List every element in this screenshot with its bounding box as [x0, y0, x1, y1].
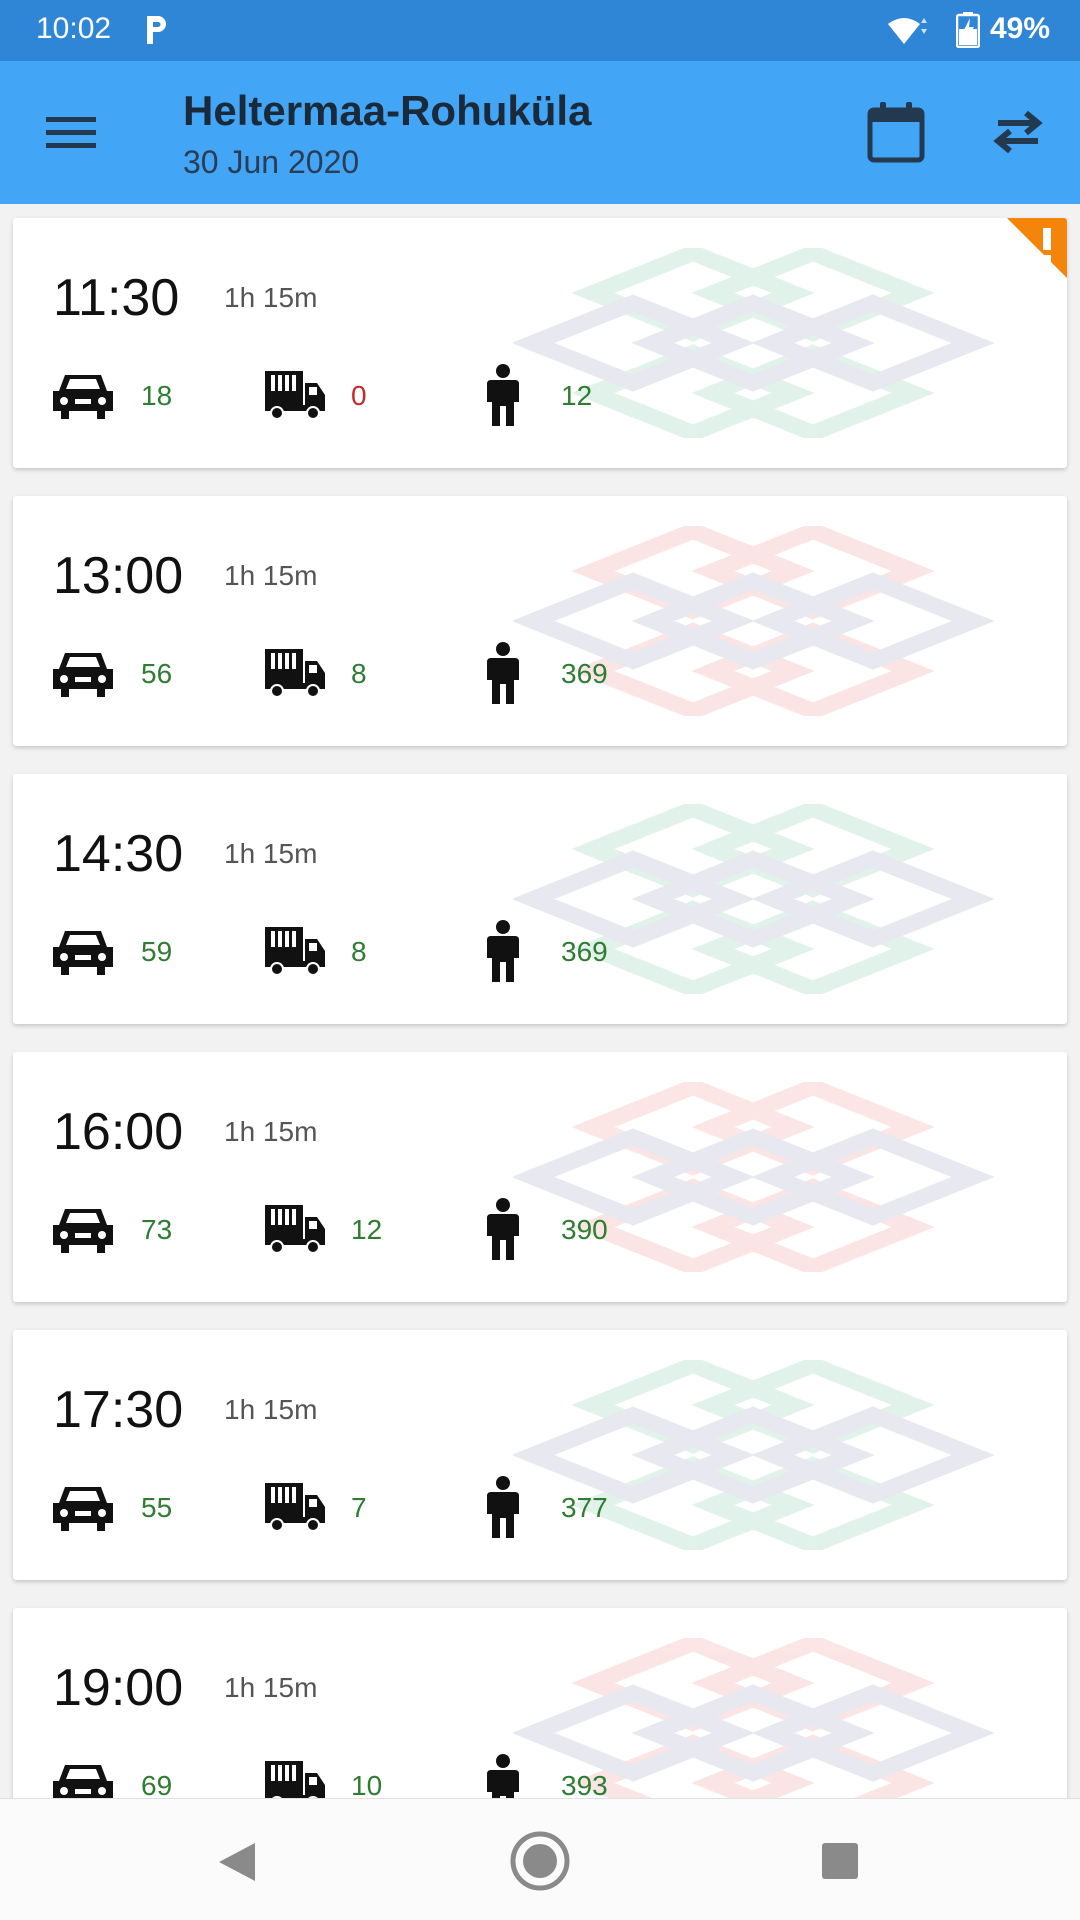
- passenger-icon: [487, 642, 519, 704]
- sailing-card[interactable]: 19:00 1h 15m 69 10 393: [13, 1608, 1067, 1798]
- passenger-spaces-count: 377: [561, 1492, 608, 1523]
- warning-icon[interactable]: [987, 218, 1067, 298]
- trip-duration: 1h 15m: [224, 1116, 318, 1147]
- truck-icon: [265, 1205, 325, 1254]
- passenger-icon: [487, 1754, 519, 1798]
- truck-spaces-count: 10: [351, 1770, 383, 1798]
- truck-spaces-count: 7: [351, 1492, 367, 1523]
- trip-duration: 1h 15m: [224, 282, 318, 313]
- ferry-logo-watermark-icon: [513, 248, 995, 438]
- car-spaces-count: 55: [141, 1492, 173, 1523]
- passenger-icon: [487, 1198, 519, 1260]
- sailing-card[interactable]: 16:00 1h 15m 73 12 390: [13, 1052, 1067, 1302]
- departure-time: 11:30: [53, 269, 180, 327]
- sailing-card[interactable]: 11:30 1h 15m 18 0 12: [13, 218, 1067, 468]
- swap-direction-icon[interactable]: [990, 109, 1046, 155]
- battery-icon: [956, 12, 980, 48]
- sailing-card[interactable]: 17:30 1h 15m 55 7 377: [13, 1330, 1067, 1580]
- passenger-spaces-count: 369: [561, 658, 608, 689]
- car-spaces-count: 56: [141, 658, 173, 689]
- truck-icon: [265, 927, 325, 976]
- car-icon: [53, 1765, 113, 1798]
- passenger-spaces-count: 393: [561, 1770, 608, 1798]
- car-icon: [53, 1487, 113, 1531]
- app-bar: Heltermaa-Rohuküla 30 Jun 2020: [0, 61, 1080, 204]
- passenger-icon: [487, 364, 519, 426]
- truck-icon: [265, 649, 325, 698]
- car-spaces-count: 69: [141, 1770, 173, 1798]
- calendar-icon[interactable]: [866, 101, 926, 163]
- trip-duration: 1h 15m: [224, 838, 318, 869]
- truck-icon: [265, 371, 325, 420]
- truck-spaces-count: 8: [351, 658, 367, 689]
- route-date: 30 Jun 2020: [183, 144, 360, 180]
- passenger-icon: [487, 920, 519, 982]
- car-spaces-count: 18: [141, 380, 173, 411]
- departure-time: 13:00: [53, 547, 184, 605]
- departure-time: 19:00: [53, 1659, 184, 1717]
- passenger-spaces-count: 390: [561, 1214, 608, 1245]
- trip-duration: 1h 15m: [224, 1394, 318, 1425]
- passenger-spaces-count: 369: [561, 936, 608, 967]
- car-icon: [53, 1209, 113, 1253]
- passenger-icon: [487, 1476, 519, 1538]
- home-icon[interactable]: [509, 1830, 571, 1892]
- truck-icon: [265, 1483, 325, 1532]
- status-bar: 10:02 49%: [0, 0, 1080, 61]
- back-icon[interactable]: [215, 1839, 259, 1885]
- sailing-card[interactable]: 14:30 1h 15m 59 8 369: [13, 774, 1067, 1024]
- car-spaces-count: 73: [141, 1214, 173, 1245]
- wifi-icon: [888, 18, 927, 44]
- departure-time: 14:30: [53, 825, 184, 883]
- passenger-spaces-count: 12: [561, 380, 593, 411]
- truck-icon: [265, 1761, 325, 1798]
- trip-duration: 1h 15m: [224, 1672, 318, 1703]
- departure-time: 16:00: [53, 1103, 184, 1161]
- car-spaces-count: 59: [141, 936, 173, 967]
- menu-icon[interactable]: [46, 115, 96, 151]
- sailing-card[interactable]: 13:00 1h 15m 56 8 369: [13, 496, 1067, 746]
- system-navigation-bar: [0, 1798, 1080, 1920]
- route-title: Heltermaa-Rohuküla: [183, 87, 592, 134]
- car-icon: [53, 931, 113, 975]
- truck-spaces-count: 12: [351, 1214, 383, 1245]
- car-icon: [53, 653, 113, 697]
- status-time: 10:02: [36, 12, 112, 45]
- battery-percent: 49%: [990, 12, 1051, 45]
- parking-app-icon: [147, 16, 166, 44]
- truck-spaces-count: 0: [351, 380, 367, 411]
- truck-spaces-count: 8: [351, 936, 367, 967]
- recent-apps-icon[interactable]: [820, 1841, 860, 1881]
- trip-duration: 1h 15m: [224, 560, 318, 591]
- car-icon: [53, 375, 113, 419]
- departure-time: 17:30: [53, 1381, 184, 1439]
- sailing-list[interactable]: 11:30 1h 15m 18 0 12 13:00 1h 15m 56 8 3…: [0, 204, 1080, 1798]
